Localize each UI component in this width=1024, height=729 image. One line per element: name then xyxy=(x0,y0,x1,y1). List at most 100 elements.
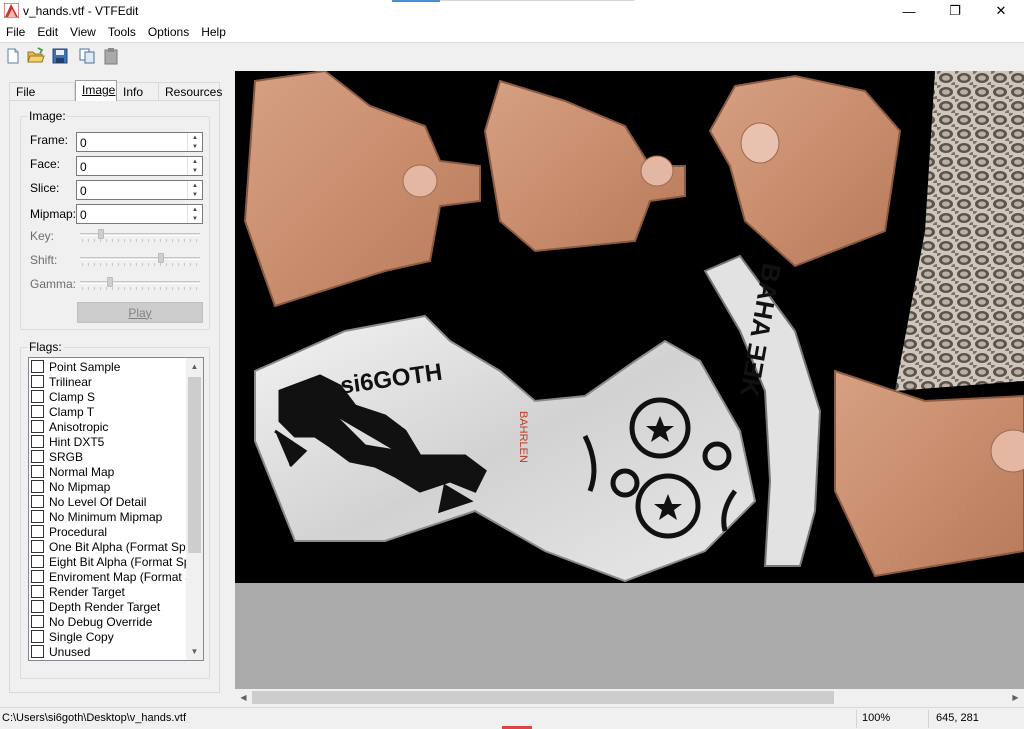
frame-up-arrow-icon[interactable]: ▲ xyxy=(188,133,202,142)
flags-scroll-thumb[interactable] xyxy=(188,377,201,553)
frame-spinbox[interactable]: 0 ▲ ▼ xyxy=(76,132,203,152)
slice-spinbox[interactable]: 0 ▲ ▼ xyxy=(76,180,203,200)
flag-item[interactable]: Normal Map xyxy=(31,464,114,479)
menu-options[interactable]: Options xyxy=(142,22,195,42)
mipmap-spinbox[interactable]: 0 ▲ ▼ xyxy=(76,204,203,224)
slice-up-arrow-icon[interactable]: ▲ xyxy=(188,181,202,190)
snakeskin-patch xyxy=(895,71,1024,391)
flag-checkbox[interactable] xyxy=(31,570,44,583)
flag-checkbox[interactable] xyxy=(31,435,44,448)
flag-checkbox[interactable] xyxy=(31,465,44,478)
maximize-button[interactable]: ❐ xyxy=(932,0,978,22)
flag-checkbox[interactable] xyxy=(31,420,44,433)
close-button[interactable]: ✕ xyxy=(978,0,1024,22)
flag-item[interactable]: Eight Bit Alpha (Format Spec xyxy=(31,554,203,569)
new-file-icon[interactable] xyxy=(4,47,22,65)
save-disk-icon[interactable] xyxy=(51,47,69,65)
menu-tools[interactable]: Tools xyxy=(102,22,142,42)
mipmap-down-arrow-icon[interactable]: ▼ xyxy=(188,214,202,223)
slice-down-arrow-icon[interactable]: ▼ xyxy=(188,190,202,199)
shift-slider-thumb[interactable] xyxy=(157,253,164,263)
flag-item[interactable]: Trilinear xyxy=(31,374,92,389)
flag-checkbox[interactable] xyxy=(31,555,44,568)
tab-file-system[interactable]: File System xyxy=(9,82,75,113)
flag-checkbox[interactable] xyxy=(31,390,44,403)
flag-item[interactable]: No Debug Override xyxy=(31,614,152,629)
flag-checkbox[interactable] xyxy=(31,375,44,388)
flags-vertical-scrollbar[interactable]: ▲ ▼ xyxy=(186,358,203,660)
menu-view[interactable]: View xyxy=(64,22,102,42)
mipmap-up-arrow-icon[interactable]: ▲ xyxy=(188,205,202,214)
menu-edit[interactable]: Edit xyxy=(31,22,64,42)
flag-checkbox[interactable] xyxy=(31,450,44,463)
face-spinbox[interactable]: 0 ▲ ▼ xyxy=(76,156,203,176)
flag-item[interactable]: Enviroment Map (Format Sp xyxy=(31,569,200,584)
key-slider-thumb[interactable] xyxy=(98,229,105,239)
flag-item[interactable]: Clamp T xyxy=(31,404,94,419)
play-button-label: Play xyxy=(128,305,152,320)
flag-checkbox[interactable] xyxy=(31,495,44,508)
scroll-left-arrow-icon[interactable]: ◀ xyxy=(235,689,252,706)
shift-label: Shift: xyxy=(30,253,58,267)
paste-icon[interactable] xyxy=(102,47,120,65)
face-up-arrow-icon[interactable]: ▲ xyxy=(188,157,202,166)
texture-artwork: si6GOTH BAHRLEN BAHA ƎƎK xyxy=(243,71,1024,583)
flag-label: One Bit Alpha (Format Spec xyxy=(49,539,199,554)
flag-item[interactable]: Depth Render Target xyxy=(31,599,160,614)
flag-item[interactable]: Point Sample xyxy=(31,359,120,374)
flag-label: Trilinear xyxy=(49,374,92,389)
scroll-up-arrow-icon[interactable]: ▲ xyxy=(186,358,203,375)
flag-item[interactable]: Hint DXT5 xyxy=(31,434,104,449)
scroll-right-arrow-icon[interactable]: ▶ xyxy=(1007,689,1024,706)
flag-label: Unused xyxy=(49,644,91,659)
gamma-slider-track xyxy=(80,281,200,284)
flag-checkbox[interactable] xyxy=(31,540,44,553)
flag-item[interactable]: No Level Of Detail xyxy=(31,494,146,509)
frame-down-arrow-icon[interactable]: ▼ xyxy=(188,142,202,151)
flag-label: Point Sample xyxy=(49,359,121,374)
viewport-horizontal-scrollbar[interactable]: ◀ ▶ xyxy=(235,689,1024,706)
flag-checkbox[interactable] xyxy=(31,480,44,493)
flag-item[interactable]: Procedural xyxy=(31,524,107,539)
minimize-button[interactable]: — xyxy=(886,0,932,22)
flag-item[interactable]: Unused xyxy=(31,644,90,659)
flag-item[interactable]: Single Copy xyxy=(31,629,114,644)
flag-label: Anisotropic xyxy=(49,419,109,434)
flag-checkbox[interactable] xyxy=(31,360,44,373)
flag-item[interactable]: No Mipmap xyxy=(31,479,110,494)
gamma-slider[interactable] xyxy=(78,276,202,290)
frame-spin-buttons: ▲ ▼ xyxy=(187,133,202,151)
tab-image[interactable]: Image xyxy=(75,80,117,101)
flag-checkbox[interactable] xyxy=(31,510,44,523)
flag-checkbox[interactable] xyxy=(31,405,44,418)
tab-info[interactable]: Info xyxy=(116,82,159,100)
open-folder-icon[interactable] xyxy=(27,47,45,65)
copy-icon[interactable] xyxy=(78,47,96,65)
image-group-title: Image: xyxy=(27,109,68,123)
scroll-down-arrow-icon[interactable]: ▼ xyxy=(186,643,203,660)
flag-item[interactable]: No Minimum Mipmap xyxy=(31,509,162,524)
flag-item[interactable]: Anisotropic xyxy=(31,419,108,434)
viewport-scroll-thumb[interactable] xyxy=(252,691,834,704)
flag-item[interactable]: Clamp S xyxy=(31,389,95,404)
flag-checkbox[interactable] xyxy=(31,525,44,538)
key-slider[interactable] xyxy=(78,228,202,242)
tab-resources[interactable]: Resources xyxy=(158,82,222,100)
face-down-arrow-icon[interactable]: ▼ xyxy=(188,166,202,175)
vtfedit-app-icon xyxy=(4,3,19,18)
flag-checkbox[interactable] xyxy=(31,615,44,628)
flag-checkbox[interactable] xyxy=(31,600,44,613)
flag-label: Hint DXT5 xyxy=(49,434,105,449)
flag-item[interactable]: One Bit Alpha (Format Spec xyxy=(31,539,198,554)
gamma-slider-thumb[interactable] xyxy=(107,277,114,287)
menu-file[interactable]: File xyxy=(0,22,31,42)
flag-item[interactable]: Render Target xyxy=(31,584,125,599)
texture-viewport[interactable]: si6GOTH BAHRLEN BAHA ƎƎK xyxy=(235,71,1024,689)
menu-help[interactable]: Help xyxy=(195,22,232,42)
play-button[interactable]: Play xyxy=(77,302,203,323)
flag-checkbox[interactable] xyxy=(31,645,44,658)
flag-item[interactable]: SRGB xyxy=(31,449,83,464)
shift-slider[interactable] xyxy=(78,252,202,266)
flag-checkbox[interactable] xyxy=(31,630,44,643)
flag-checkbox[interactable] xyxy=(31,585,44,598)
